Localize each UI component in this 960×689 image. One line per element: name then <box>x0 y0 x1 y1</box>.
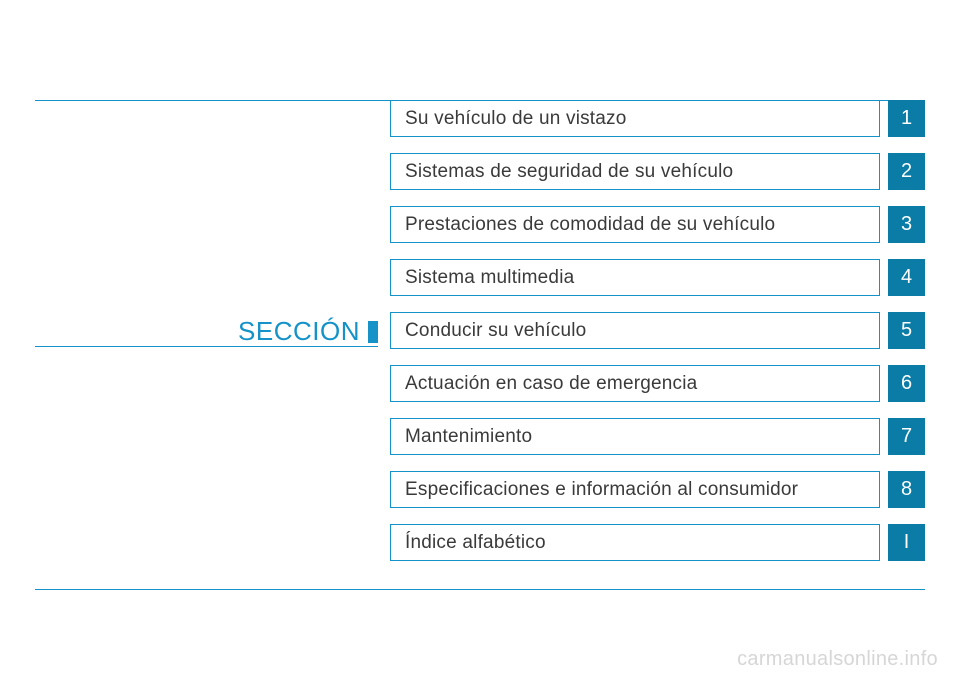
toc-item-number: 1 <box>888 100 925 137</box>
toc-panel: Su vehículo de un vistazo 1 Sistemas de … <box>390 100 925 561</box>
toc-item-label: Sistemas de seguridad de su vehículo <box>390 153 880 190</box>
watermark-text: carmanualsonline.info <box>737 648 938 671</box>
toc-row-maintenance[interactable]: Mantenimiento 7 <box>390 418 925 455</box>
toc-row-emergency[interactable]: Actuación en caso de emergencia 6 <box>390 365 925 402</box>
toc-row-comfort[interactable]: Prestaciones de comodidad de su vehículo… <box>390 206 925 243</box>
toc-item-number: 7 <box>888 418 925 455</box>
toc-row-index[interactable]: Índice alfabético I <box>390 524 925 561</box>
toc-row-specifications[interactable]: Especificaciones e información al consum… <box>390 471 925 508</box>
section-underline <box>35 346 378 347</box>
toc-row-driving[interactable]: Conducir su vehículo 5 <box>390 312 925 349</box>
section-label: SECCIÓN <box>238 316 360 347</box>
bottom-divider <box>35 589 925 590</box>
toc-row-safety[interactable]: Sistemas de seguridad de su vehículo 2 <box>390 153 925 190</box>
toc-item-label: Mantenimiento <box>390 418 880 455</box>
toc-item-label: Su vehículo de un vistazo <box>390 100 880 137</box>
toc-item-label: Prestaciones de comodidad de su vehículo <box>390 206 880 243</box>
toc-item-number: 8 <box>888 471 925 508</box>
content-row: SECCIÓN Su vehículo de un vistazo 1 Sist… <box>35 100 925 561</box>
toc-item-label: Índice alfabético <box>390 524 880 561</box>
section-label-wrap: SECCIÓN <box>35 316 378 347</box>
toc-item-label: Especificaciones e información al consum… <box>390 471 880 508</box>
toc-item-label: Sistema multimedia <box>390 259 880 296</box>
toc-item-number: 6 <box>888 365 925 402</box>
toc-item-number: 5 <box>888 312 925 349</box>
page-content: SECCIÓN Su vehículo de un vistazo 1 Sist… <box>35 100 925 561</box>
toc-item-number: 2 <box>888 153 925 190</box>
toc-row-overview[interactable]: Su vehículo de un vistazo 1 <box>390 100 925 137</box>
toc-item-number: I <box>888 524 925 561</box>
toc-row-multimedia[interactable]: Sistema multimedia 4 <box>390 259 925 296</box>
toc-item-label: Actuación en caso de emergencia <box>390 365 880 402</box>
section-marker-icon <box>368 321 378 343</box>
toc-item-number: 3 <box>888 206 925 243</box>
toc-item-number: 4 <box>888 259 925 296</box>
toc-item-label: Conducir su vehículo <box>390 312 880 349</box>
